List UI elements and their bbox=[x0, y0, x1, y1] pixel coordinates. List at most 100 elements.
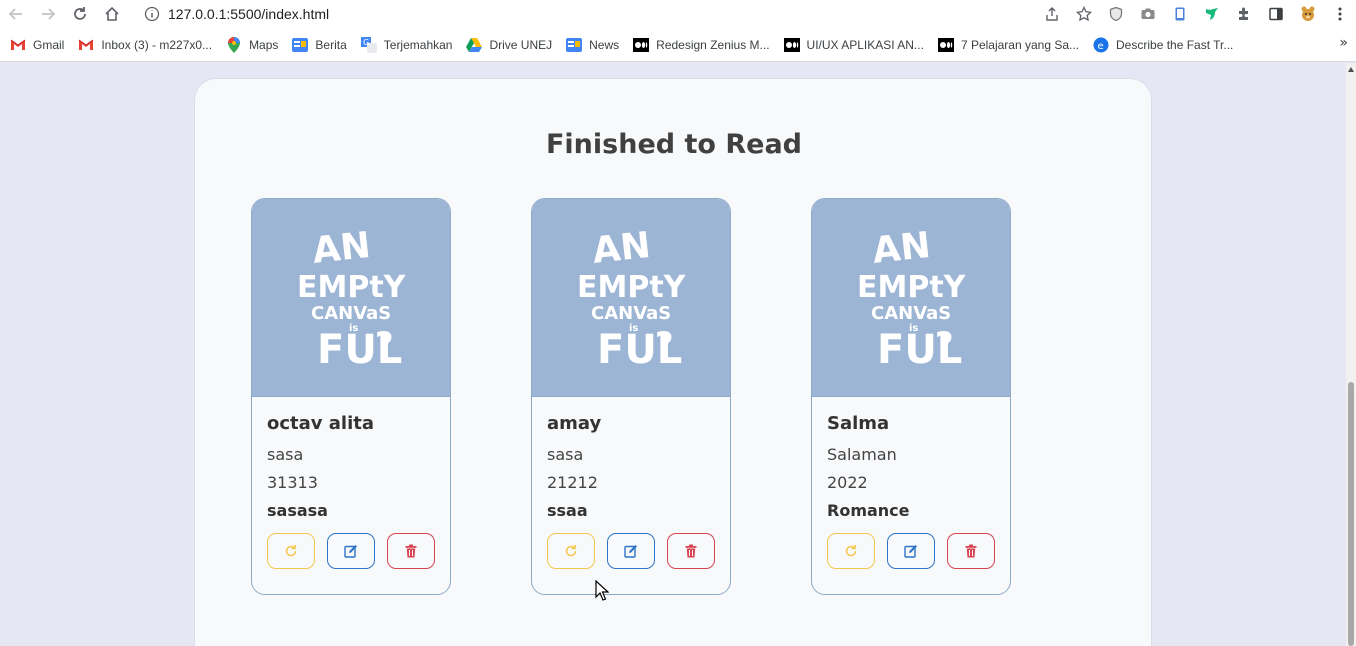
bookmark-inbox[interactable]: Inbox (3) - m227x0... bbox=[78, 33, 212, 57]
edit-button[interactable] bbox=[607, 533, 655, 569]
translate-icon: G bbox=[360, 36, 377, 53]
undo-button[interactable] bbox=[827, 533, 875, 569]
star-icon[interactable] bbox=[1068, 0, 1100, 28]
svg-text:AN: AN bbox=[311, 224, 373, 271]
section-title: Finished to Read bbox=[545, 129, 802, 160]
bookmark-drive-unej[interactable]: Drive UNEJ bbox=[466, 33, 552, 57]
edit-icon bbox=[904, 545, 917, 558]
menu-icon[interactable] bbox=[1324, 0, 1356, 28]
tablet-icon[interactable] bbox=[1164, 0, 1196, 28]
rotate-cw-icon bbox=[845, 545, 857, 557]
gmail-icon bbox=[78, 37, 94, 53]
sidepanel-icon[interactable] bbox=[1260, 0, 1292, 28]
delete-button[interactable] bbox=[667, 533, 715, 569]
edit-button[interactable] bbox=[327, 533, 375, 569]
camera-icon[interactable] bbox=[1132, 0, 1164, 28]
shield-icon[interactable] bbox=[1100, 0, 1132, 28]
delete-button[interactable] bbox=[387, 533, 435, 569]
bookmark-label: Gmail bbox=[33, 37, 65, 52]
book-author: sasa bbox=[267, 445, 304, 464]
bookmark-7-pelajaran[interactable]: 7 Pelajaran yang Sa... bbox=[937, 33, 1080, 57]
bird-icon[interactable] bbox=[1196, 0, 1228, 28]
svg-text:EMPtY: EMPtY bbox=[577, 270, 687, 305]
svg-text:G: G bbox=[363, 38, 369, 47]
undo-button[interactable] bbox=[547, 533, 595, 569]
svg-text:e: e bbox=[1098, 41, 1104, 52]
maps-icon bbox=[226, 36, 242, 53]
book-year: 2022 bbox=[827, 473, 868, 492]
bookmark-label: 7 Pelajaran yang Sa... bbox=[960, 37, 1080, 52]
forward-button[interactable] bbox=[32, 0, 64, 28]
edit-icon bbox=[624, 545, 637, 558]
trash-icon bbox=[405, 544, 417, 558]
svg-text:CANVaS: CANVaS bbox=[591, 303, 671, 324]
book-title: octav alita bbox=[267, 413, 375, 434]
book-cover-image: AN EMPtY CANVaS is FUL ? bbox=[812, 199, 1010, 397]
bookmark-describe[interactable]: e Describe the Fast Tr... bbox=[1093, 33, 1233, 57]
profile-avatar-icon[interactable] bbox=[1292, 0, 1324, 28]
card-actions bbox=[547, 533, 715, 569]
book-year: 21212 bbox=[547, 473, 598, 492]
book-cover-image: AN EMPtY CANVaS is FUL ? bbox=[252, 199, 450, 397]
bookmark-gmail[interactable]: Gmail bbox=[10, 33, 64, 57]
arrow-left-icon bbox=[8, 8, 22, 20]
scroll-up-arrow-icon[interactable] bbox=[1348, 67, 1354, 72]
medium-icon bbox=[937, 37, 954, 53]
bookmarks-bar: Gmail Inbox (3) - m227x0... Maps Berita … bbox=[0, 28, 1356, 62]
cover-art-lettering: AN EMPtY CANVaS is FUL ? bbox=[857, 224, 967, 372]
book-card: AN EMPtY CANVaS is FUL ? amay sasa 21212… bbox=[531, 198, 731, 595]
svg-text:?: ? bbox=[375, 325, 394, 363]
reload-button[interactable] bbox=[64, 0, 96, 28]
info-icon[interactable] bbox=[142, 4, 162, 24]
bookmark-berita[interactable]: Berita bbox=[292, 33, 347, 57]
book-genre: Romance bbox=[827, 501, 910, 520]
cover-art-lettering: AN EMPtY CANVaS is FUL ? bbox=[577, 224, 687, 372]
address-bar[interactable]: 127.0.0.1:5500/index.html bbox=[142, 0, 329, 28]
book-genre: sasasa bbox=[267, 501, 328, 520]
toolbar-actions bbox=[1036, 0, 1356, 28]
gmail-icon bbox=[10, 37, 26, 53]
bookmark-uiux-aplikasi[interactable]: UI/UX APLIKASI AN... bbox=[783, 33, 924, 57]
edit-button[interactable] bbox=[887, 533, 935, 569]
finished-section: Finished to Read AN EMPtY CANVaS is FUL … bbox=[194, 78, 1152, 646]
bookmark-news[interactable]: News bbox=[566, 33, 619, 57]
vertical-scrollbar[interactable] bbox=[1346, 63, 1356, 646]
bookmarks-more-button[interactable]: » bbox=[1339, 35, 1348, 51]
bookmark-redesign-zenius[interactable]: Redesign Zenius M... bbox=[633, 33, 770, 57]
bookmark-terjemahkan[interactable]: G Terjemahkan bbox=[360, 33, 453, 57]
medium-icon bbox=[633, 37, 650, 53]
home-icon bbox=[105, 6, 119, 21]
url-text[interactable]: 127.0.0.1:5500/index.html bbox=[168, 6, 329, 22]
undo-button[interactable] bbox=[267, 533, 315, 569]
bookmark-label: Maps bbox=[249, 37, 279, 52]
bookmark-label: Terjemahkan bbox=[383, 37, 453, 52]
book-card: AN EMPtY CANVaS is FUL ? Salma Salaman 2… bbox=[811, 198, 1011, 595]
svg-text:AN: AN bbox=[591, 224, 653, 271]
trash-icon bbox=[965, 544, 977, 558]
bookmark-maps[interactable]: Maps bbox=[226, 33, 278, 57]
edit-icon bbox=[344, 545, 357, 558]
book-genre: ssaa bbox=[547, 501, 588, 520]
medium-icon bbox=[783, 37, 800, 53]
card-actions bbox=[267, 533, 435, 569]
bookmark-label: Inbox (3) - m227x0... bbox=[101, 37, 213, 52]
rotate-cw-icon bbox=[285, 545, 297, 557]
bookmark-label: Drive UNEJ bbox=[489, 37, 553, 52]
bookmark-label: Berita bbox=[315, 37, 347, 52]
drive-icon bbox=[466, 37, 483, 53]
reload-icon bbox=[74, 7, 86, 20]
svg-text:?: ? bbox=[935, 325, 954, 363]
extensions-icon[interactable] bbox=[1228, 0, 1260, 28]
news-icon bbox=[566, 37, 583, 53]
card-actions bbox=[827, 533, 995, 569]
svg-text:?: ? bbox=[655, 325, 674, 363]
news-icon bbox=[292, 37, 309, 53]
home-button[interactable] bbox=[96, 0, 128, 28]
book-title: Salma bbox=[827, 413, 890, 434]
book-title: amay bbox=[547, 413, 602, 434]
back-button[interactable] bbox=[0, 0, 32, 28]
scrollbar-thumb[interactable] bbox=[1348, 382, 1354, 646]
bookmark-label: News bbox=[589, 37, 620, 52]
share-icon[interactable] bbox=[1036, 0, 1068, 28]
delete-button[interactable] bbox=[947, 533, 995, 569]
